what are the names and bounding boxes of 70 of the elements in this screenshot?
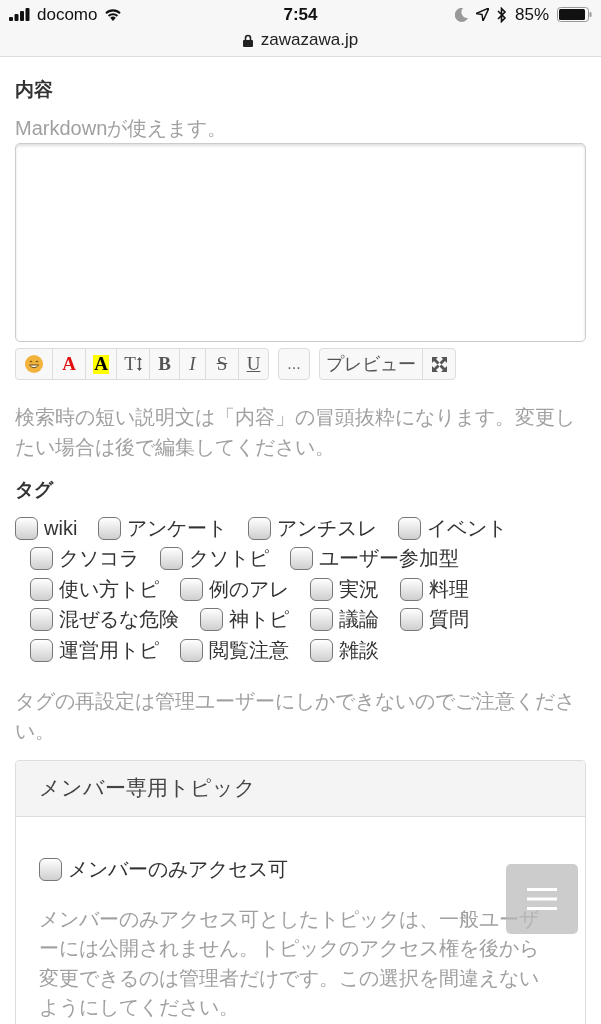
emoji-button[interactable] [15,348,53,380]
battery-icon [557,7,592,22]
tag-label: 実況 [339,576,379,602]
checkbox[interactable] [400,608,423,632]
preview-button[interactable]: プレビュー [319,348,423,380]
checkbox[interactable] [290,547,313,571]
fullscreen-button[interactable] [422,348,456,380]
updown-arrow-icon [136,357,142,371]
strikethrough-button[interactable]: S [205,348,239,380]
url-text: zawazawa.jp [260,30,359,50]
checkbox[interactable] [30,608,53,632]
signal-bars-icon [9,8,30,21]
tag-label: アンケート [127,515,228,541]
smiley-icon [25,355,43,373]
tag-label: ユーザー参加型 [319,546,459,572]
checkbox[interactable] [248,516,272,540]
checkbox[interactable] [30,638,53,662]
lock-icon [242,33,253,47]
tag-label: アンチスレ [277,515,378,541]
text-color-button[interactable]: A [52,348,86,380]
wifi-icon [104,8,123,21]
tag-label: クソコラ [59,546,139,572]
help-text: 検索時の短い説明文は「内容」の冒頭抜粋になります。変更したい場合は後で編集してください。 [15,405,576,460]
field-label: 内容 [15,78,54,102]
checkbox[interactable] [15,516,38,540]
checkbox[interactable] [398,516,422,540]
tag-label: 神トピ [229,607,289,633]
checkbox[interactable] [160,547,183,571]
checkbox[interactable] [310,638,333,662]
tag-label: 混ぜるな危険 [59,607,179,633]
checkbox[interactable] [98,516,122,540]
tag-label: 使い方トピ [59,576,159,602]
tag-label: 運営用トピ [59,637,159,663]
tag-label: 例のアレ [209,576,289,602]
underline-button[interactable]: U [238,348,269,380]
carrier-name: docomo [37,4,98,25]
bold-button[interactable]: B [149,348,180,380]
option-label: メンバーのみアクセス可 [68,857,288,882]
checkbox[interactable] [30,577,53,601]
moon-icon [454,7,468,22]
checkbox[interactable] [310,608,333,632]
tag-label: 質問 [429,607,469,633]
menu-icon [527,888,557,910]
bluetooth-icon [496,6,507,23]
expand-icon [431,356,447,372]
battery-percent: 85% [514,4,549,25]
checkbox[interactable] [180,638,203,662]
tag-label: クソトピ [189,546,269,572]
help-text: タグの再設定は管理ユーザーにしかできないのでご注意ください。 [15,688,576,744]
tag-label: 閲覧注意 [209,637,289,663]
clock-time: 7:54 [283,4,318,25]
italic-button[interactable]: I [179,348,206,380]
tag-label: 議論 [339,607,379,633]
tag-label: 料理 [429,576,469,602]
field-hint: Markdownが使えます。 [15,116,229,141]
location-arrow-icon [475,8,489,21]
field-label: タグ [15,478,55,502]
checkbox[interactable] [310,577,333,601]
checkbox[interactable] [30,547,53,571]
checkbox[interactable] [400,577,423,601]
font-size-button[interactable]: T [116,348,150,380]
checkbox[interactable] [39,858,62,881]
checkbox[interactable] [200,608,223,632]
highlight-button[interactable]: A [85,348,117,380]
more-button[interactable]: ... [278,348,310,380]
panel-title: メンバー専用トピック [39,775,256,801]
tag-label: 雑談 [339,637,379,663]
tag-label: wiki [44,516,78,540]
checkbox[interactable] [180,577,203,601]
tag-label: イベント [427,515,508,541]
